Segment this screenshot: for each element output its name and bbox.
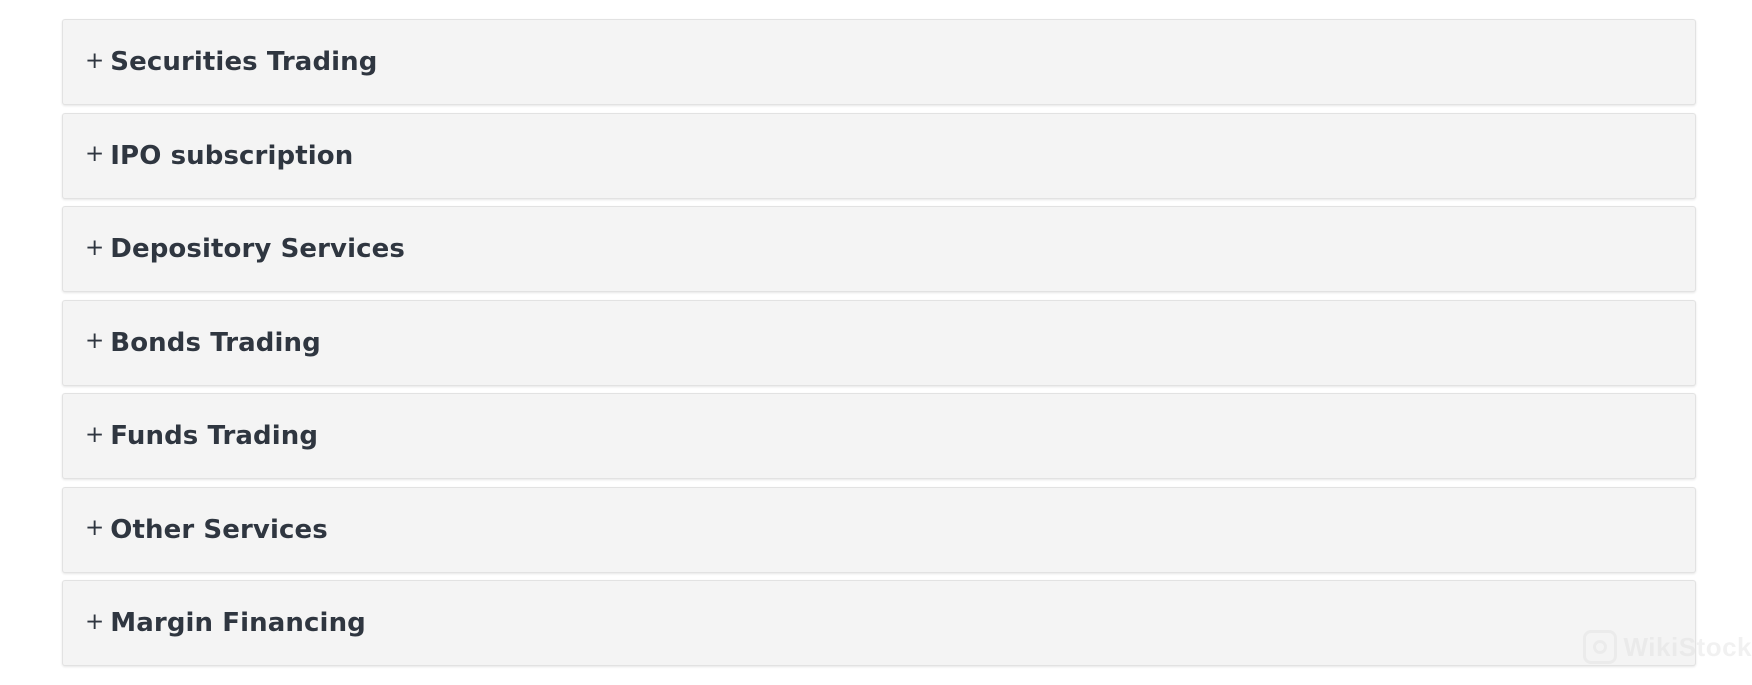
panel-title: Funds Trading [110, 421, 319, 451]
panel-header: + IPO subscription [85, 141, 353, 171]
panel-title: Securities Trading [110, 47, 378, 77]
plus-icon: + [85, 234, 105, 261]
accordion-panel-bonds-trading[interactable]: + Bonds Trading [62, 299, 1696, 386]
panel-title: Bonds Trading [110, 327, 321, 358]
panel-header: + Funds Trading [85, 421, 318, 451]
panel-header: + Margin Financing [85, 608, 366, 638]
accordion-panel-ipo-subscription[interactable]: + IPO subscription [62, 112, 1696, 199]
panel-title: IPO subscription [110, 140, 354, 171]
watermark: WikiStock [1583, 630, 1752, 664]
accordion-panel-margin-financing[interactable]: + Margin Financing [62, 580, 1696, 666]
panel-title: Margin Financing [110, 608, 366, 638]
plus-icon: + [85, 47, 105, 74]
accordion-panel-other-services[interactable]: + Other Services [62, 486, 1696, 573]
panel-header: + Depository Services [85, 234, 405, 264]
plus-icon: + [85, 141, 105, 167]
panel-header: + Bonds Trading [85, 328, 321, 358]
accordion-panel-funds-trading[interactable]: + Funds Trading [62, 393, 1696, 479]
watermark-text: WikiStock [1623, 631, 1752, 662]
panel-title: Other Services [110, 514, 328, 545]
accordion-panel-depository-services[interactable]: + Depository Services [62, 206, 1696, 292]
plus-icon: + [85, 328, 105, 354]
wikistock-logo-icon [1583, 630, 1618, 664]
panel-header: + Other Services [85, 515, 328, 545]
panel-title: Depository Services [110, 234, 405, 264]
accordion-panel-securities-trading[interactable]: + Securities Trading [62, 19, 1696, 105]
services-accordion: + Securities Trading + IPO subscription … [62, 19, 1696, 674]
plus-icon: + [85, 421, 105, 448]
panel-header: + Securities Trading [85, 47, 378, 77]
plus-icon: + [85, 608, 105, 635]
plus-icon: + [85, 515, 105, 541]
